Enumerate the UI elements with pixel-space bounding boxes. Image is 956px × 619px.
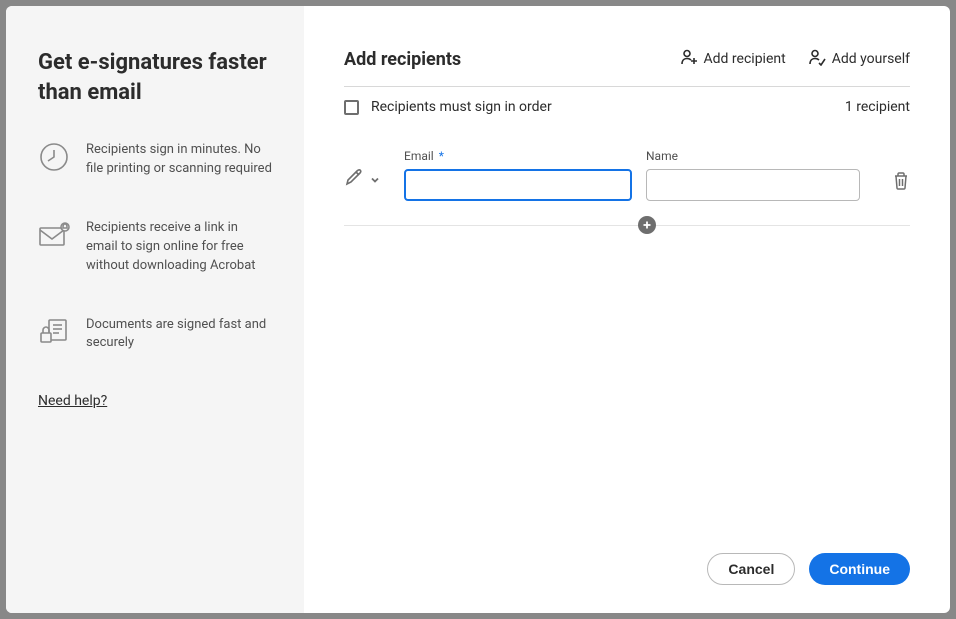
clock-icon: [38, 141, 70, 173]
required-mark: *: [439, 149, 444, 163]
need-help-link[interactable]: Need help?: [38, 393, 107, 409]
feature-item: Recipients sign in minutes. No file prin…: [38, 141, 272, 179]
feature-item: Recipients receive a link in email to si…: [38, 219, 272, 276]
sidebar-title: Get e-signatures faster than email: [38, 48, 272, 107]
main-header: Add recipients Add recipient: [344, 48, 910, 87]
add-yourself-label: Add yourself: [832, 51, 910, 67]
secure-doc-icon: [38, 316, 70, 348]
trash-icon: [892, 176, 910, 195]
header-actions: Add recipient Add yourself: [680, 48, 910, 70]
cancel-button[interactable]: Cancel: [707, 553, 795, 585]
feature-text: Documents are signed fast and securely: [86, 316, 272, 354]
sidebar: Get e-signatures faster than email Recip…: [6, 6, 304, 613]
feature-text: Recipients receive a link in email to si…: [86, 219, 272, 276]
recipient-row: Email * Name: [344, 149, 910, 201]
feature-text: Recipients sign in minutes. No file prin…: [86, 141, 272, 179]
dialog-footer: Cancel Continue: [344, 553, 910, 585]
feature-item: Documents are signed fast and securely: [38, 316, 272, 354]
add-row-divider: [344, 225, 910, 226]
page-title: Add recipients: [344, 49, 461, 70]
mail-notify-icon: [38, 219, 70, 251]
esign-dialog: Get e-signatures faster than email Recip…: [6, 6, 950, 613]
checkbox-label: Recipients must sign in order: [371, 99, 552, 115]
name-label: Name: [646, 149, 860, 163]
options-row: Recipients must sign in order 1 recipien…: [344, 87, 910, 123]
add-yourself-button[interactable]: Add yourself: [808, 48, 910, 70]
name-field-group: Name: [646, 149, 860, 201]
signer-type-dropdown[interactable]: [344, 167, 390, 201]
email-label: Email *: [404, 149, 632, 163]
add-recipient-icon: [680, 48, 698, 70]
email-field-group: Email *: [404, 149, 632, 201]
add-recipient-button[interactable]: Add recipient: [680, 48, 786, 70]
plus-icon: [642, 220, 652, 230]
delete-recipient-button[interactable]: [892, 171, 910, 201]
add-row-button[interactable]: [638, 216, 656, 234]
main-panel: Add recipients Add recipient: [304, 6, 950, 613]
name-input[interactable]: [646, 169, 860, 201]
add-recipient-label: Add recipient: [704, 51, 786, 67]
pen-icon: [344, 167, 364, 191]
checkbox-box: [344, 100, 359, 115]
email-input[interactable]: [404, 169, 632, 201]
add-yourself-icon: [808, 48, 826, 70]
continue-button[interactable]: Continue: [809, 553, 910, 585]
chevron-down-icon: [370, 170, 380, 189]
recipient-count: 1 recipient: [845, 99, 910, 115]
sign-in-order-checkbox[interactable]: Recipients must sign in order: [344, 99, 552, 115]
